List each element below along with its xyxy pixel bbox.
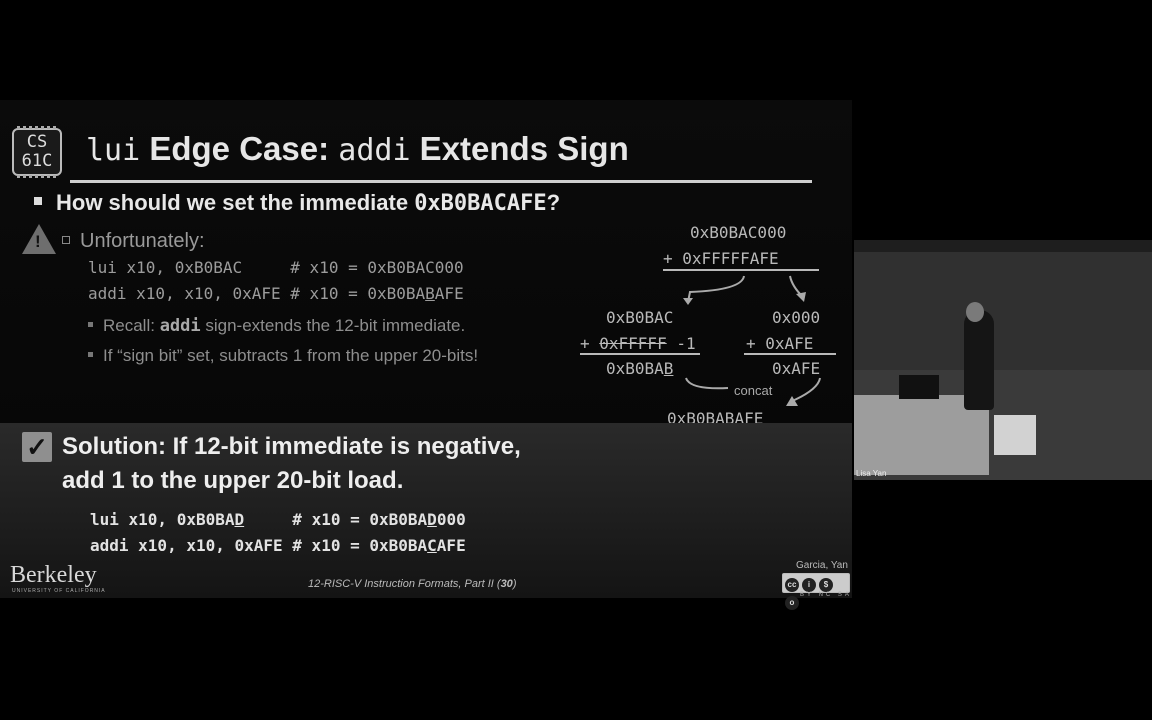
speaker-name-label: Lisa Yan — [856, 469, 887, 478]
warning-symbol: ! — [35, 232, 41, 251]
code-addi-c: AFE — [434, 284, 464, 303]
split-arrows — [683, 275, 806, 305]
chalkboard — [854, 252, 1152, 372]
title-addi: addi — [338, 133, 411, 168]
code-addi-a: addi x10, x10, 0xAFE # x10 = 0xB0BA — [88, 284, 426, 303]
sol-code2-changed: C — [427, 536, 437, 555]
cc-labels: BY NC SA — [800, 592, 852, 598]
checkmark-icon: ✓ — [22, 432, 52, 462]
calc-left-1: 0xB0BAC — [606, 308, 674, 327]
calc-left-2: + 0xFFFFF -1 — [580, 334, 696, 353]
recall-bullet: Recall: addi sign-extends the 12-bit imm… — [88, 316, 465, 336]
unfortunately-bullet: Unfortunately: — [62, 230, 205, 253]
bullet-square-icon — [34, 197, 42, 206]
hollow-square-icon — [62, 235, 70, 244]
title-text-2: Extends Sign — [410, 130, 629, 167]
wall-panel — [994, 415, 1036, 455]
calc-left-3: 0xB0BAB — [606, 359, 673, 378]
dot-icon — [88, 322, 93, 328]
calc-left-2-plus: + — [580, 334, 600, 353]
unfortunately-text: Unfortunately: — [80, 230, 205, 252]
solution-code-addi: addi x10, x10, 0xAFE # x10 = 0xB0BACAFE — [90, 536, 466, 555]
lecture-slide: CS 61C lui Edge Case: addi Extends Sign … — [0, 100, 852, 610]
speaker-figure — [964, 310, 994, 410]
sol-code1-changed-1: D — [234, 510, 245, 529]
bullet-question-mark: ? — [546, 190, 561, 215]
monitor — [899, 375, 939, 399]
calc-right-2: + 0xAFE — [746, 334, 814, 353]
calc-line-top — [663, 269, 819, 271]
title-text-1: Edge Case: — [140, 130, 339, 167]
solution-line-1: Solution: If 12-bit immediate is negativ… — [62, 433, 521, 460]
speaker-video: Lisa Yan — [854, 240, 1152, 480]
recall-text-a: Recall: — [103, 316, 160, 335]
solution-code-lui: lui x10, 0xB0BAD # x10 = 0xB0BAD000 — [90, 510, 466, 529]
bullet-immediate: 0xB0BACAFE — [414, 191, 547, 216]
sol-code2-c: AFE — [436, 536, 466, 555]
title-rule — [70, 180, 812, 183]
logo-line-2: 61C — [21, 151, 53, 171]
warning-icon: ! — [22, 224, 56, 254]
concat-label: concat — [734, 383, 773, 398]
berkeley-logo: Berkeley — [10, 562, 97, 588]
creative-commons-icon: cc i $o — [782, 573, 850, 610]
calc-left-2-minus-one: -1 — [666, 334, 696, 353]
calc-left-2-struck: 0xFFFFF — [599, 334, 667, 353]
calc-left-3-a: 0xB0BA — [606, 359, 664, 378]
slide-footer: 12-RISC-V Instruction Formats, Part II (… — [308, 578, 516, 590]
main-bullet: How should we set the immediate 0xB0BACA… — [34, 190, 560, 216]
calc-top: 0xB0BAC000 — [690, 223, 787, 242]
footer-text: 12-RISC-V Instruction Formats, Part II ( — [308, 578, 501, 590]
code-line-lui: lui x10, 0xB0BAC # x10 = 0xB0BAC000 — [88, 258, 464, 277]
calc-right-1: 0x000 — [772, 308, 821, 327]
sol-code1-e: 000 — [436, 510, 466, 529]
recall-text-b: sign-extends the 12-bit immediate. — [200, 316, 466, 335]
slide-number: 30 — [500, 578, 513, 590]
speaker-head — [966, 302, 984, 322]
signbit-bullet: If “sign bit” set, subtracts 1 from the … — [88, 346, 478, 366]
recall-addi: addi — [159, 316, 201, 336]
calc-left-line — [580, 353, 700, 355]
code-line-addi: addi x10, x10, 0xAFE # x10 = 0xB0BABAFE — [88, 284, 464, 303]
solution-text: Solution: If 12-bit immediate is negativ… — [62, 430, 521, 498]
berkeley-subtitle: UNIVERSITY OF CALIFORNIA — [12, 588, 106, 594]
calc-right-line — [744, 353, 836, 355]
title-lui: lui — [86, 133, 141, 168]
dot-icon — [88, 352, 93, 358]
code-addi-changed-digit: B — [425, 284, 435, 303]
footer-close: ) — [512, 578, 517, 590]
solution-line-2: add 1 to the upper 20-bit load. — [62, 467, 404, 494]
slide-title: lui Edge Case: addi Extends Sign — [86, 130, 629, 168]
slide-authors: Garcia, Yan — [796, 560, 848, 571]
calc-left-3-changed: B — [663, 359, 674, 378]
bullet-text: How should we set the immediate — [56, 190, 415, 215]
sol-code2-a: addi x10, x10, 0xAFE # x10 = 0xB0BA — [90, 536, 428, 555]
logo-line-1: CS — [26, 132, 48, 152]
calc-plus: + 0xFFFFFAFE — [663, 249, 779, 268]
sol-code1-changed-2: D — [427, 510, 437, 529]
sol-code1-a: lui x10, 0xB0BA — [90, 510, 235, 529]
cs61c-logo: CS 61C — [12, 126, 62, 178]
signbit-text: If “sign bit” set, subtracts 1 from the … — [103, 346, 479, 365]
sol-code1-c: # x10 = 0xB0BA — [244, 510, 428, 529]
